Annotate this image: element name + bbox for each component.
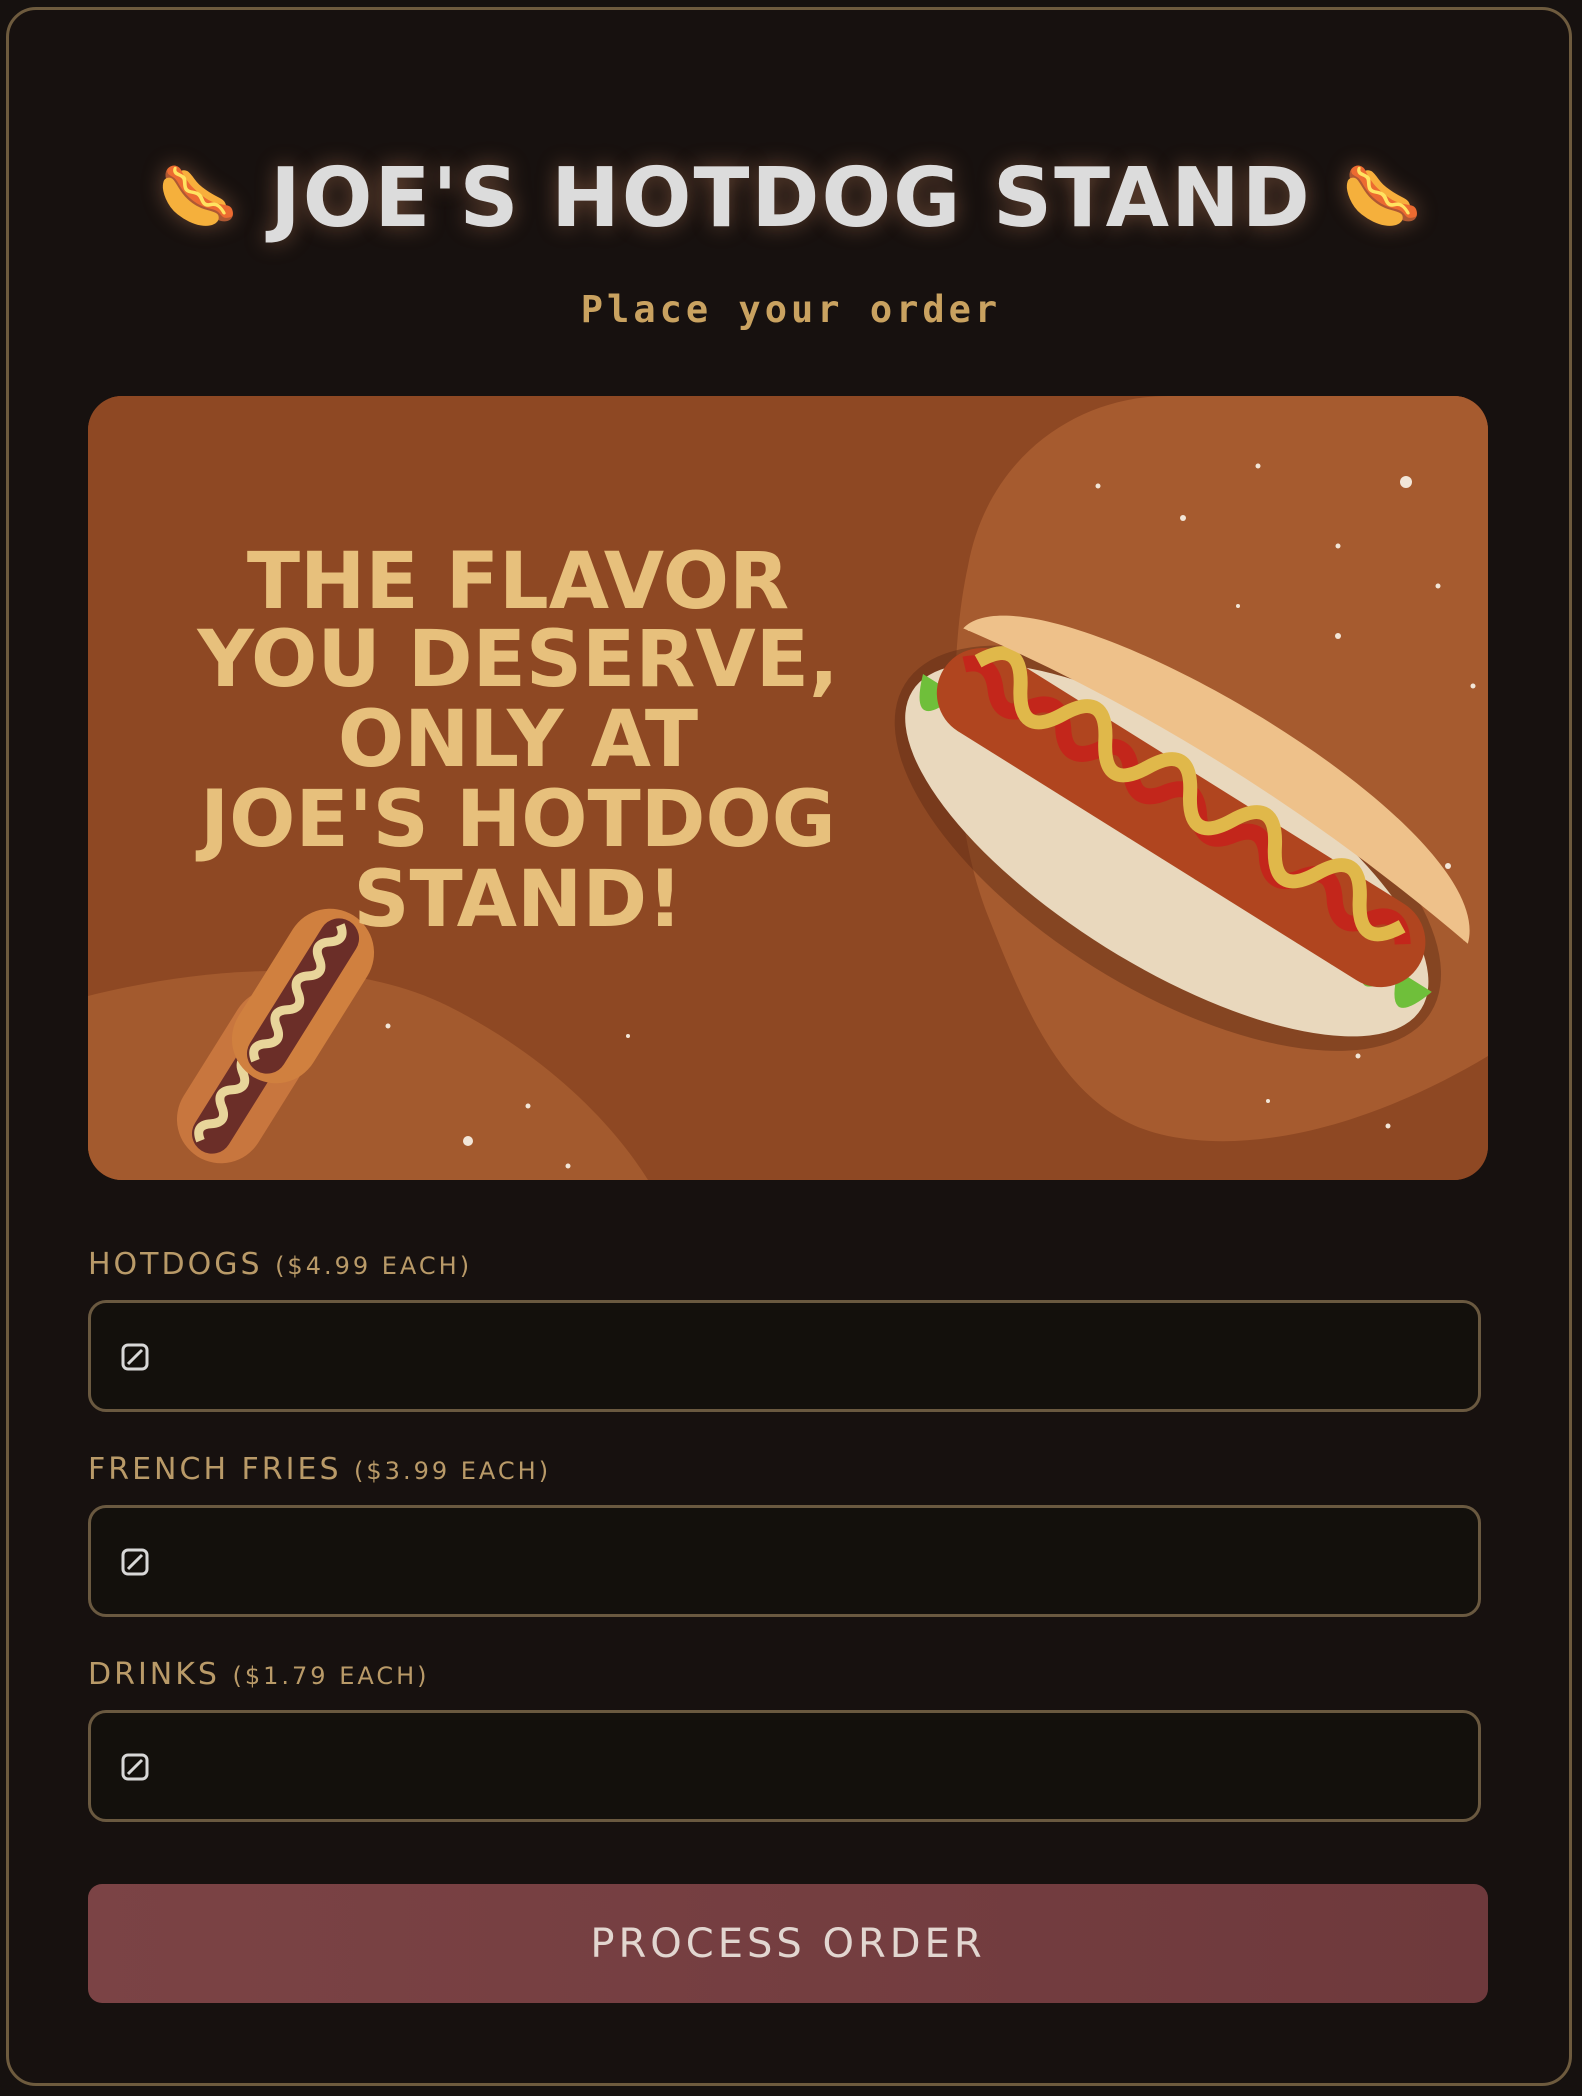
page-title-text: JOE'S HOTDOG STAND xyxy=(270,151,1312,246)
quantity-stepper-icon xyxy=(121,1548,149,1576)
promo-banner-image: THE FLAVOR YOU DESERVE, ONLY AT JOE'S HO… xyxy=(88,396,1488,1180)
page-subtitle: Place your order xyxy=(580,288,1002,331)
french-fries-price-note: ($3.99 EACH) xyxy=(354,1457,552,1485)
drinks-price-note: ($1.79 EACH) xyxy=(232,1662,430,1690)
hotdogs-price-note: ($4.99 EACH) xyxy=(275,1252,473,1280)
quantity-stepper-icon xyxy=(121,1343,149,1371)
french-fries-label-text: FRENCH FRIES xyxy=(88,1452,342,1487)
french-fries-quantity-input[interactable] xyxy=(171,1528,1455,1596)
hotdog-icon-left: 🌭 xyxy=(157,160,240,234)
hotdogs-quantity-field[interactable] xyxy=(88,1300,1481,1412)
hotdogs-label-text: HOTDOGS xyxy=(88,1247,263,1282)
french-fries-quantity-field[interactable] xyxy=(88,1505,1481,1617)
hotdogs-quantity-input[interactable] xyxy=(171,1323,1455,1391)
banner-headline-line-1: THE FLAVOR xyxy=(247,537,789,627)
hotdog-icon-right: 🌭 xyxy=(1342,160,1425,234)
drinks-label-text: DRINKS xyxy=(88,1657,220,1692)
banner-headline-line-5: STAND! xyxy=(353,855,682,945)
process-order-button[interactable]: PROCESS ORDER xyxy=(88,1884,1488,2003)
drinks-label: DRINKS ($1.79 EACH) xyxy=(88,1657,430,1692)
drinks-quantity-field[interactable] xyxy=(88,1710,1481,1822)
quantity-stepper-icon xyxy=(121,1753,149,1781)
french-fries-label: FRENCH FRIES ($3.99 EACH) xyxy=(88,1452,551,1487)
banner-headline-line-4: JOE'S HOTDOG xyxy=(195,775,836,865)
banner-headline-line-3: ONLY AT xyxy=(338,695,698,785)
drinks-quantity-input[interactable] xyxy=(171,1733,1455,1801)
hotdogs-label: HOTDOGS ($4.99 EACH) xyxy=(88,1247,472,1282)
banner-headline-line-2: YOU DESERVE, xyxy=(196,615,838,705)
page-title: 🌭 JOE'S HOTDOG STAND 🌭 xyxy=(0,142,1582,254)
